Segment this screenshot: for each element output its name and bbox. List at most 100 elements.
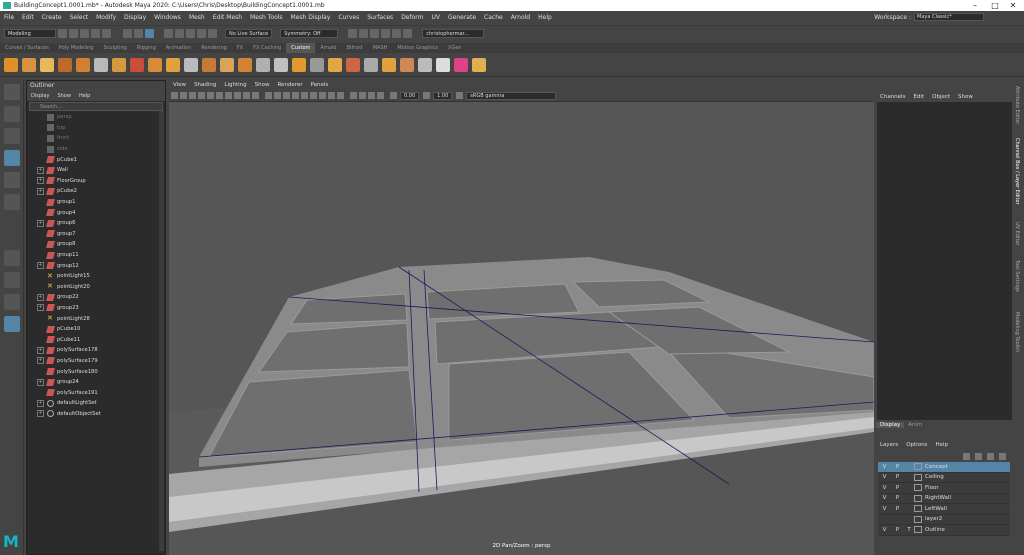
outliner-item[interactable]: + polySurface178 [27, 345, 165, 356]
layer-row[interactable]: V P T Outline [878, 525, 1010, 536]
outliner-item[interactable]: pCube11 [27, 334, 165, 345]
undo-icon[interactable] [91, 29, 100, 38]
outliner-item[interactable]: ✕ pointLight28 [27, 313, 165, 324]
paint-select-icon[interactable] [3, 128, 20, 144]
outliner-item[interactable]: ✕ pointLight20 [27, 282, 165, 293]
layer-playback-toggle[interactable]: P [891, 474, 904, 480]
shelf-boolean-icon[interactable] [220, 57, 234, 72]
outliner-item[interactable]: + group24 [27, 377, 165, 388]
shadows-icon[interactable] [310, 92, 317, 99]
expand-icon[interactable]: + [37, 410, 44, 418]
shelf-tab-motion-graphics[interactable]: Motion Graphics [392, 43, 443, 53]
layer-playback-toggle[interactable]: P [891, 464, 904, 470]
shelf-combine-icon[interactable] [166, 57, 180, 72]
outliner-item[interactable]: group1 [27, 197, 165, 208]
shelf-tab-bifrost[interactable]: Bifrost [342, 43, 368, 53]
new-layer-icon[interactable] [987, 452, 994, 460]
shelf-tab-fx[interactable]: FX [232, 43, 248, 53]
shelf-extrude-icon[interactable] [112, 57, 126, 72]
side-tab-modeling-toolkit[interactable]: Modeling Toolkit [1014, 312, 1020, 352]
xray-joints-icon[interactable] [377, 92, 384, 99]
shelf-grid-snap-icon[interactable] [400, 57, 414, 72]
outliner-item[interactable]: group4 [27, 207, 165, 218]
outliner-item[interactable]: persp [27, 112, 165, 123]
menu-surfaces[interactable]: Surfaces [363, 14, 397, 21]
layer-name[interactable]: layer2 [925, 516, 942, 522]
menu-create[interactable]: Create [38, 14, 66, 21]
layer-tab-display[interactable]: Display [876, 422, 905, 428]
outliner-item[interactable]: group7 [27, 229, 165, 240]
channel-menu-edit[interactable]: Edit [909, 94, 928, 100]
shelf-cylinder-icon[interactable] [40, 57, 54, 72]
ambient-occlusion-icon[interactable] [319, 92, 326, 99]
shelf-soften-edge-icon[interactable] [472, 57, 486, 72]
expand-icon[interactable]: + [37, 378, 44, 386]
layer-name[interactable]: Floor [925, 485, 939, 491]
redo-icon[interactable] [102, 29, 111, 38]
layer-color-swatch[interactable] [914, 505, 922, 513]
workspace-dropdown[interactable]: Maya Classic* [914, 13, 984, 21]
channel-menu-channels[interactable]: Channels [876, 94, 909, 100]
expand-icon[interactable]: + [37, 177, 44, 185]
layer-visibility-toggle[interactable]: V [878, 485, 891, 491]
outliner-item[interactable]: + defaultObjectSet [27, 409, 165, 420]
menu-help[interactable]: Help [534, 14, 556, 21]
user-account-dropdown[interactable]: christophermar... [422, 29, 485, 38]
outliner-menu-display[interactable]: Display [27, 93, 53, 99]
gamma-icon[interactable] [423, 92, 431, 99]
shelf-plane-icon[interactable] [76, 57, 90, 72]
layer-row[interactable]: V P RightWall [878, 493, 1010, 504]
menu-display[interactable]: Display [120, 14, 150, 21]
exposure-field[interactable]: 0.00 [400, 91, 420, 100]
exposure-icon[interactable] [390, 92, 397, 99]
outliner-item[interactable]: + Wall [27, 165, 165, 176]
menu-select[interactable]: Select [66, 14, 93, 21]
layer-tab-anim[interactable]: Anim [904, 422, 926, 428]
layer-name[interactable]: RightWall [925, 495, 951, 501]
grid-toggle-icon[interactable] [198, 92, 205, 99]
menu-windows[interactable]: Windows [150, 14, 185, 21]
move-tool-icon[interactable] [3, 150, 20, 166]
shelf-center-pivot-icon[interactable] [328, 57, 342, 72]
side-tab-uv-editor[interactable]: UV Editor [1014, 222, 1020, 245]
layer-display-type-toggle[interactable]: T [904, 527, 914, 533]
shelf-tab-curves-surfaces[interactable]: Curves / Surfaces [0, 43, 54, 53]
maximize-icon[interactable]: □ [986, 0, 1004, 11]
menu-edit-mesh[interactable]: Edit Mesh [209, 14, 246, 21]
outliner-layout-icon[interactable] [3, 316, 20, 332]
layer-visibility-toggle[interactable]: V [878, 527, 891, 533]
four-view-icon[interactable] [3, 272, 20, 288]
shelf-tab-animation[interactable]: Animation [161, 43, 197, 53]
expand-icon[interactable]: + [37, 166, 44, 174]
expand-icon[interactable]: + [37, 346, 44, 354]
outliner-item[interactable]: polySurface180 [27, 366, 165, 377]
image-plane-icon[interactable] [189, 92, 196, 99]
layer-row[interactable]: V P Concept [878, 462, 1010, 473]
snap-curve-icon[interactable] [175, 29, 184, 38]
layer-visibility-toggle[interactable]: V [878, 474, 891, 480]
shelf-render-icon[interactable] [436, 57, 450, 72]
layer-row[interactable]: V P LeftWall [878, 504, 1010, 515]
snap-plane-icon[interactable] [197, 29, 206, 38]
lasso-tool-icon[interactable] [3, 106, 20, 122]
outliner-item[interactable]: + FloorGroup [27, 176, 165, 187]
select-component-icon[interactable] [145, 29, 154, 38]
layer-row[interactable]: V P Floor [878, 483, 1010, 494]
side-tab-tool-settings[interactable]: Tool Settings [1014, 260, 1020, 292]
viewport-menu-show[interactable]: Show [251, 82, 274, 88]
layer-name[interactable]: LeftWall [925, 506, 947, 512]
layer-name[interactable]: Concept [925, 464, 948, 470]
shelf-merge-icon[interactable] [274, 57, 288, 72]
expand-icon[interactable]: + [37, 357, 44, 365]
menu-mesh[interactable]: Mesh [185, 14, 209, 21]
layer-color-swatch[interactable] [914, 484, 922, 492]
render-settings-icon[interactable] [381, 29, 391, 38]
shelf-tab-rigging[interactable]: Rigging [132, 43, 161, 53]
new-scene-icon[interactable] [58, 29, 67, 38]
outliner-item[interactable]: pCube1 [27, 154, 165, 165]
expand-icon[interactable]: + [37, 399, 44, 407]
layer-playback-toggle[interactable]: P [891, 527, 904, 533]
expand-icon[interactable]: + [37, 304, 44, 312]
layer-row[interactable]: layer2 [878, 514, 1010, 525]
close-icon[interactable]: ✕ [1004, 0, 1022, 11]
